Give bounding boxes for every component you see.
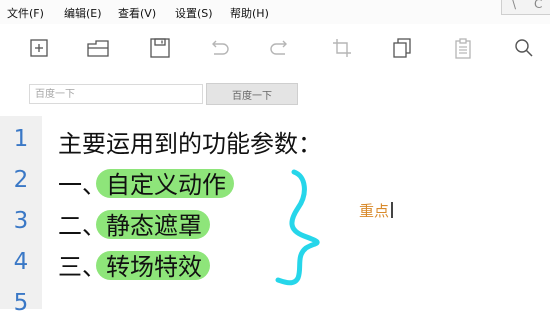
menu-file[interactable]: 文件(F) (7, 5, 44, 21)
window-control-icon: \ (512, 0, 517, 11)
save-button[interactable] (148, 36, 172, 60)
open-folder-button[interactable] (86, 36, 110, 60)
search-bar: 百度一下 (0, 72, 550, 116)
line-text: 主要运用到的功能参数： (58, 130, 322, 158)
brace-annotation (275, 169, 320, 286)
search-input[interactable] (29, 84, 203, 104)
text-cursor (391, 202, 393, 218)
highlighted-text: 静态遮罩 (96, 206, 210, 241)
crop-icon (333, 39, 351, 57)
crop-button[interactable] (330, 36, 354, 60)
highlighted-text: 转场特效 (96, 247, 210, 282)
folder-icon (87, 40, 109, 57)
menu-settings[interactable]: 设置(S) (175, 5, 213, 21)
highlighted-text: 自定义动作 (96, 165, 234, 200)
highlight-label: 静态遮罩 (106, 212, 202, 240)
line-number: 2 (13, 167, 29, 193)
annotation-text: 重点 (359, 202, 390, 220)
text-line[interactable]: 主要运用到的功能参数： (58, 124, 322, 159)
annotation-note[interactable]: 重点 (359, 200, 393, 221)
window-control-icon: C (534, 0, 543, 11)
line-number: 3 (13, 208, 29, 234)
search-button[interactable]: 百度一下 (206, 83, 298, 105)
menu-view[interactable]: 查看(V) (118, 5, 156, 21)
undo-icon (212, 40, 229, 55)
redo-icon (270, 40, 287, 55)
highlight-label: 转场特效 (106, 253, 202, 281)
find-button[interactable] (512, 36, 536, 60)
save-icon (150, 38, 170, 58)
copy-button[interactable] (390, 36, 414, 60)
paste-button[interactable] (451, 36, 475, 60)
toolbar (0, 24, 550, 72)
highlight-label: 自定义动作 (106, 171, 226, 199)
menu-help[interactable]: 帮助(H) (230, 5, 269, 21)
copy-icon (393, 38, 411, 58)
line-number: 5 (13, 290, 29, 316)
redo-button[interactable] (268, 36, 292, 60)
new-file-button[interactable] (27, 36, 51, 60)
new-file-icon (30, 39, 48, 57)
search-icon (515, 39, 533, 57)
window-corner-button[interactable]: \ C (501, 0, 550, 15)
text-line[interactable]: 三、转场特效 (58, 247, 210, 282)
line-number: 1 (13, 126, 29, 152)
text-line[interactable]: 一、自定义动作 (58, 165, 234, 200)
text-line[interactable]: 二、静态遮罩 (58, 206, 210, 241)
line-number-gutter: 1 2 3 4 5 (0, 116, 42, 316)
menu-edit[interactable]: 编辑(E) (64, 5, 102, 21)
menu-bar: 文件(F) 编辑(E) 查看(V) 设置(S) 帮助(H) \ C (0, 0, 550, 24)
undo-button[interactable] (207, 36, 231, 60)
line-number: 4 (13, 249, 29, 275)
clipboard-icon (455, 38, 471, 59)
